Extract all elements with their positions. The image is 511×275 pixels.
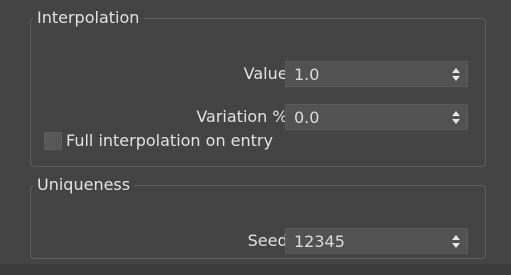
panel-bottom-divider — [0, 264, 511, 275]
full-interpolation-checkbox-row[interactable]: Full interpolation on entry — [44, 130, 273, 152]
full-interpolation-checkbox[interactable] — [44, 132, 62, 150]
value-input[interactable] — [286, 62, 445, 86]
variation-label: Variation %: — [196, 107, 293, 126]
interpolation-group-title: Interpolation — [37, 8, 140, 27]
value-spinner[interactable] — [285, 61, 468, 87]
value-spinner-buttons[interactable] — [449, 62, 463, 86]
spinner-down-arrow-icon[interactable] — [452, 243, 460, 248]
uniqueness-group: Uniqueness Seed: — [30, 176, 486, 259]
full-interpolation-label[interactable]: Full interpolation on entry — [66, 130, 273, 152]
rollout-panel: Interpolation Value: Variation %: Full i… — [0, 0, 511, 275]
spinner-up-arrow-icon[interactable] — [452, 68, 460, 73]
spinner-down-arrow-icon[interactable] — [452, 119, 460, 124]
spinner-up-arrow-icon[interactable] — [452, 111, 460, 116]
variation-spinner[interactable] — [285, 104, 468, 130]
seed-spinner-buttons[interactable] — [449, 229, 463, 253]
variation-spinner-buttons[interactable] — [449, 105, 463, 129]
seed-spinner[interactable] — [285, 228, 468, 254]
spinner-up-arrow-icon[interactable] — [452, 235, 460, 240]
variation-input[interactable] — [286, 105, 445, 129]
spinner-down-arrow-icon[interactable] — [452, 76, 460, 81]
uniqueness-group-title: Uniqueness — [37, 175, 131, 194]
seed-input[interactable] — [286, 229, 445, 253]
